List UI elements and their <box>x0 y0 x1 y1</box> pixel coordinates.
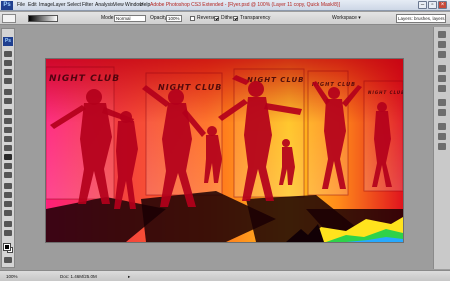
minimize-icon[interactable]: – <box>418 1 427 9</box>
panel-color-icon[interactable] <box>438 31 446 38</box>
pen-tool-icon[interactable] <box>4 183 12 189</box>
panel-actions-icon[interactable] <box>438 109 446 116</box>
healing-brush-tool-icon[interactable] <box>4 109 12 115</box>
photoshop-window: Ps File Edit Image Layer Select Filter A… <box>0 0 450 281</box>
reverse-label: Reverse <box>197 15 216 21</box>
foreground-color-swatch[interactable] <box>3 243 11 251</box>
zoom-level[interactable]: 100% <box>6 273 18 281</box>
menu-help[interactable]: Help <box>140 1 150 10</box>
menu-image[interactable]: Image <box>39 1 53 10</box>
menu-view[interactable]: View <box>113 1 124 10</box>
options-bar: Mode: Normal Opacity: 100% Reverse Dithe… <box>0 12 450 25</box>
night-club-sign: NIGHT CLUB <box>158 83 222 92</box>
menu-analysis[interactable]: Analysis <box>95 1 114 10</box>
status-bar: 100% Doc: 1.46M/25.0M ▸ <box>0 270 450 281</box>
gradient-picker[interactable] <box>28 15 58 22</box>
history-brush-tool-icon[interactable] <box>4 136 12 142</box>
dither-checkbox[interactable] <box>214 16 219 21</box>
lasso-tool-icon[interactable] <box>4 69 12 75</box>
path-selection-tool-icon[interactable] <box>4 201 12 207</box>
dodge-tool-icon[interactable] <box>4 172 12 178</box>
transparency-label: Transparency <box>240 15 271 21</box>
notes-tool-icon[interactable] <box>4 221 12 227</box>
opacity-field[interactable]: 100% <box>166 15 182 22</box>
toolbox-logo: Ps <box>3 37 13 46</box>
workspace-button[interactable]: Workspace ▾ <box>332 15 361 22</box>
photoshop-logo: Ps <box>1 1 13 10</box>
transparency-checkbox[interactable] <box>233 16 238 21</box>
panel-navigator-icon[interactable] <box>438 65 446 72</box>
window-title: Adobe Photoshop CS3 Extended - [Flyer.ps… <box>150 2 340 8</box>
tool-preset-picker[interactable] <box>2 14 16 23</box>
menu-select[interactable]: Select <box>67 1 81 10</box>
brush-tool-icon[interactable] <box>4 118 12 124</box>
document-info: Doc: 1.46M/25.0M <box>60 274 97 279</box>
menu-edit[interactable]: Edit <box>28 1 37 10</box>
night-club-sign: NIGHT CLUB <box>49 74 120 84</box>
panel-info-icon[interactable] <box>438 85 446 92</box>
panel-history-icon[interactable] <box>438 99 446 106</box>
eyedropper-tool-icon[interactable] <box>4 230 12 236</box>
panel-swatches-icon[interactable] <box>438 41 446 48</box>
panel-dock <box>433 27 450 269</box>
marquee-tool-icon[interactable] <box>4 60 12 66</box>
gradient-tool-icon[interactable] <box>4 154 12 160</box>
mode-label: Mode: <box>101 15 115 21</box>
reverse-checkbox[interactable] <box>190 16 195 21</box>
mode-select[interactable]: Normal <box>114 15 146 22</box>
menu-layer[interactable]: Layer <box>53 1 66 10</box>
slice-tool-icon[interactable] <box>4 98 12 104</box>
panel-layers-icon[interactable] <box>438 123 446 130</box>
crop-tool-icon[interactable] <box>4 89 12 95</box>
clone-stamp-tool-icon[interactable] <box>4 127 12 133</box>
magic-wand-tool-icon[interactable] <box>4 78 12 84</box>
menu-bar: Ps File Edit Image Layer Select Filter A… <box>0 0 450 11</box>
night-club-sign: NIGHT CLUB <box>368 90 403 95</box>
status-menu-arrow-icon[interactable]: ▸ <box>128 273 130 281</box>
panel-styles-icon[interactable] <box>438 51 446 58</box>
blur-tool-icon[interactable] <box>4 163 12 169</box>
restore-icon[interactable]: ▫ <box>428 1 437 9</box>
panel-paths-icon[interactable] <box>438 143 446 150</box>
menu-filter[interactable]: Filter <box>82 1 93 10</box>
flyer-artwork: NIGHT CLUB NIGHT CLUB NIGHT CLUB NIGHT C… <box>46 59 403 242</box>
toolbox: Ps <box>1 28 15 268</box>
search-input[interactable]: Layers: brushes, layers, Pho... <box>396 14 446 23</box>
eraser-tool-icon[interactable] <box>4 145 12 151</box>
move-tool-icon[interactable] <box>4 51 12 57</box>
document-canvas[interactable]: NIGHT CLUB NIGHT CLUB NIGHT CLUB NIGHT C… <box>46 59 403 242</box>
type-tool-icon[interactable] <box>4 192 12 198</box>
panel-channels-icon[interactable] <box>438 133 446 140</box>
panel-histogram-icon[interactable] <box>438 75 446 82</box>
menu-file[interactable]: File <box>17 1 25 10</box>
quick-mask-icon[interactable] <box>4 257 12 263</box>
close-icon[interactable]: × <box>438 1 447 9</box>
shape-tool-icon[interactable] <box>4 210 12 216</box>
